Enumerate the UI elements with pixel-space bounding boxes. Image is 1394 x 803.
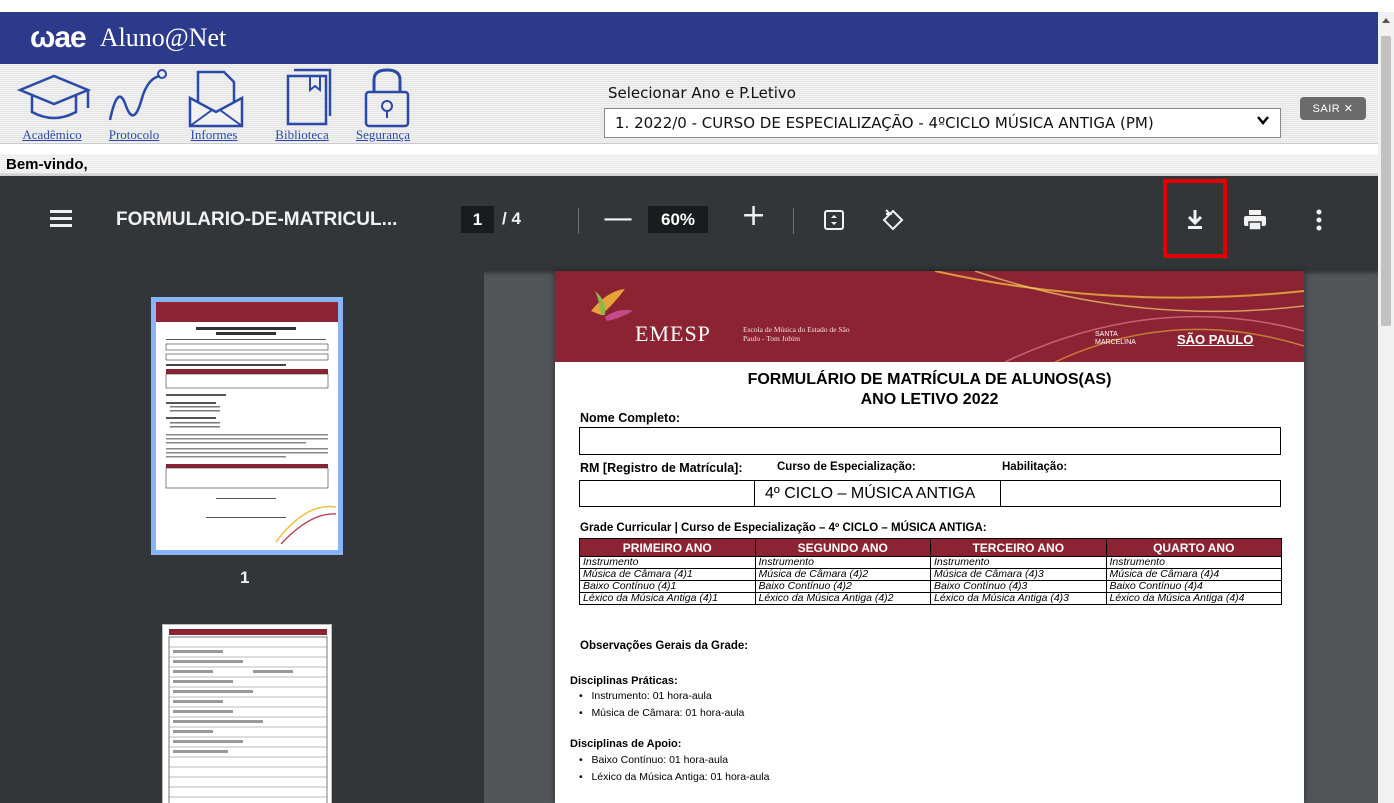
nav-informes[interactable]: Informes [176, 66, 252, 144]
grade-table: PRIMEIRO ANO SEGUNDO ANO TERCEIRO ANO QU… [579, 538, 1282, 605]
zoom-input[interactable]: 60% [648, 206, 708, 233]
list-item-text: Música de Câmara: 01 hora-aula [591, 707, 745, 719]
print-icon[interactable] [1243, 209, 1267, 235]
nav-seguranca[interactable]: Segurança [338, 66, 428, 144]
grade-header: TERCEIRO ANO [930, 538, 1107, 557]
pdf-page: EMESP Escola de Música do Estado de São … [555, 271, 1304, 803]
menu-icon[interactable] [50, 210, 72, 228]
app-header: ωae Aluno@Net [0, 12, 1378, 64]
grade-cell: Música de Câmara (4)2 [754, 568, 931, 581]
list-item: • Instrumento: 01 hora-aula [579, 690, 712, 702]
app-title: Aluno@Net [99, 23, 227, 52]
list-item: • Léxico da Música Antiga: 01 hora-aula [579, 771, 770, 783]
grade-cell: Léxico da Música Antiga (4)4 [1105, 592, 1282, 605]
list-item-text: Baixo Contínuo: 01 hora-aula [591, 754, 729, 766]
table-row: Música de Câmara (4)1 Música de Câmara (… [579, 568, 1282, 581]
logout-button[interactable]: SAIR ✕ [1300, 97, 1366, 120]
page-thumbnail-1[interactable] [151, 297, 343, 555]
thumbnail-sidebar: 1 [0, 271, 484, 803]
document-title-line2: ANO LETIVO 2022 [860, 391, 999, 408]
grade-header: QUARTO ANO [1105, 538, 1282, 557]
grade-cell: Música de Câmara (4)4 [1105, 568, 1282, 581]
table-row: Baixo Contínuo (4)1 Baixo Contínuo (4)2 … [579, 580, 1282, 593]
grade-cell: Instrumento [1105, 556, 1282, 569]
more-icon[interactable] [1316, 209, 1322, 235]
grade-cell: Instrumento [930, 556, 1107, 569]
page-number-input[interactable]: 1 [461, 206, 494, 233]
habilitacao-label: Habilitação: [1002, 461, 1068, 473]
nav-protocolo[interactable]: Protocolo [100, 66, 168, 144]
download-icon[interactable] [1185, 208, 1205, 234]
period-selector-label: Selecionar Ano e P.Letivo [608, 84, 796, 102]
grade-label: Grade Curricular | Curso de Especializaç… [580, 522, 987, 534]
page-thumbnail-2[interactable] [162, 624, 332, 803]
document-title-line1: FORMULÁRIO DE MATRÍCULA DE ALUNOS(AS) [747, 371, 1112, 388]
grade-cell: Baixo Contínuo (4)1 [579, 580, 756, 593]
rotate-icon[interactable] [880, 207, 906, 237]
nav-label: Segurança [355, 127, 411, 142]
wae-logo: ωae [30, 21, 87, 54]
grade-cell: Léxico da Música Antiga (4)3 [930, 592, 1107, 605]
nome-label: Nome Completo: [580, 411, 680, 425]
grade-cell: Instrumento [754, 556, 931, 569]
curso-value: 4º CICLO – MÚSICA ANTIGA [754, 480, 1001, 507]
list-item: • Baixo Contínuo: 01 hora-aula [579, 754, 729, 766]
apoio-label: Disciplinas de Apoio: [570, 738, 682, 750]
mail-document-icon [188, 70, 244, 128]
period-select-value: 1. 2022/0 - CURSO DE ESPECIALIZAÇÃO - 4º… [615, 114, 1154, 132]
list-item: • Música de Câmara: 01 hora-aula [579, 707, 745, 719]
lock-icon [364, 68, 410, 128]
grade-cell: Léxico da Música Antiga (4)2 [754, 592, 931, 605]
page-scrollbar[interactable] [1378, 12, 1394, 803]
table-row: Léxico da Música Antiga (4)1 Léxico da M… [579, 592, 1282, 605]
observacoes-label: Observações Gerais da Grade: [580, 640, 749, 652]
nav-label: Biblioteca [275, 127, 329, 142]
scrollbar-thumb[interactable] [1381, 36, 1391, 326]
toolbar-divider [793, 208, 794, 234]
list-item-text: Léxico da Música Antiga: 01 hora-aula [591, 771, 770, 783]
grade-cell: Baixo Contínuo (4)3 [930, 580, 1107, 593]
nav-label: Informes [190, 127, 238, 142]
grade-header-row: PRIMEIRO ANO SEGUNDO ANO TERCEIRO ANO QU… [579, 538, 1282, 557]
grade-cell: Música de Câmara (4)1 [579, 568, 756, 581]
list-item-text: Instrumento: 01 hora-aula [591, 690, 712, 702]
screen: ωae Aluno@Net Acadêmico Protocolo Inform… [0, 0, 1394, 803]
grade-cell: Baixo Contínuo (4)4 [1105, 580, 1282, 593]
pdf-filename: FORMULARIO-DE-MATRICUL... [116, 209, 398, 230]
book-icon [286, 68, 332, 126]
period-select[interactable]: 1. 2022/0 - CURSO DE ESPECIALIZAÇÃO - 4º… [604, 108, 1281, 138]
protocol-line-icon [108, 69, 167, 121]
zoom-in-icon[interactable]: + [741, 201, 766, 231]
pdf-toolbar: FORMULARIO-DE-MATRICUL... 1 / 4 — 60% + [0, 176, 1378, 271]
nav-label: Protocolo [108, 127, 160, 142]
scroll-up-icon[interactable] [1382, 18, 1390, 23]
rm-label: RM [Registro de Matrícula]: [580, 461, 743, 475]
grade-cell: Léxico da Música Antiga (4)1 [579, 592, 756, 605]
thumbnail-page-preview [156, 302, 338, 550]
document-content: FORMULÁRIO DE MATRÍCULA DE ALUNOS(AS) AN… [555, 271, 1304, 803]
nav-label: Acadêmico [22, 127, 82, 142]
pdf-viewer: FORMULARIO-DE-MATRICUL... 1 / 4 — 60% + [0, 176, 1378, 803]
welcome-text: Bem-vindo, [0, 154, 1378, 176]
grade-header: SEGUNDO ANO [754, 538, 931, 557]
toolbar-divider [578, 208, 579, 234]
graduation-cap-icon [16, 74, 92, 120]
page-total: / 4 [502, 209, 521, 228]
table-row: Instrumento Instrumento Instrumento Inst… [579, 556, 1282, 569]
thumbnail-page-number: 1 [240, 568, 250, 587]
praticas-label: Disciplinas Práticas: [570, 675, 678, 687]
zoom-out-icon[interactable]: — [603, 204, 633, 234]
curso-label: Curso de Especialização: [777, 461, 916, 473]
chevron-down-icon [1256, 114, 1270, 130]
grade-header: PRIMEIRO ANO [579, 538, 756, 557]
grade-cell: Música de Câmara (4)3 [930, 568, 1107, 581]
document-title: FORMULÁRIO DE MATRÍCULA DE ALUNOS(AS) AN… [555, 370, 1304, 410]
nav-academico[interactable]: Acadêmico [8, 66, 96, 144]
fit-page-icon[interactable] [823, 209, 845, 235]
grade-cell: Instrumento [579, 556, 756, 569]
nome-field [579, 427, 1281, 455]
nav-biblioteca[interactable]: Biblioteca [266, 66, 338, 144]
grade-cell: Baixo Contínuo (4)2 [754, 580, 931, 593]
